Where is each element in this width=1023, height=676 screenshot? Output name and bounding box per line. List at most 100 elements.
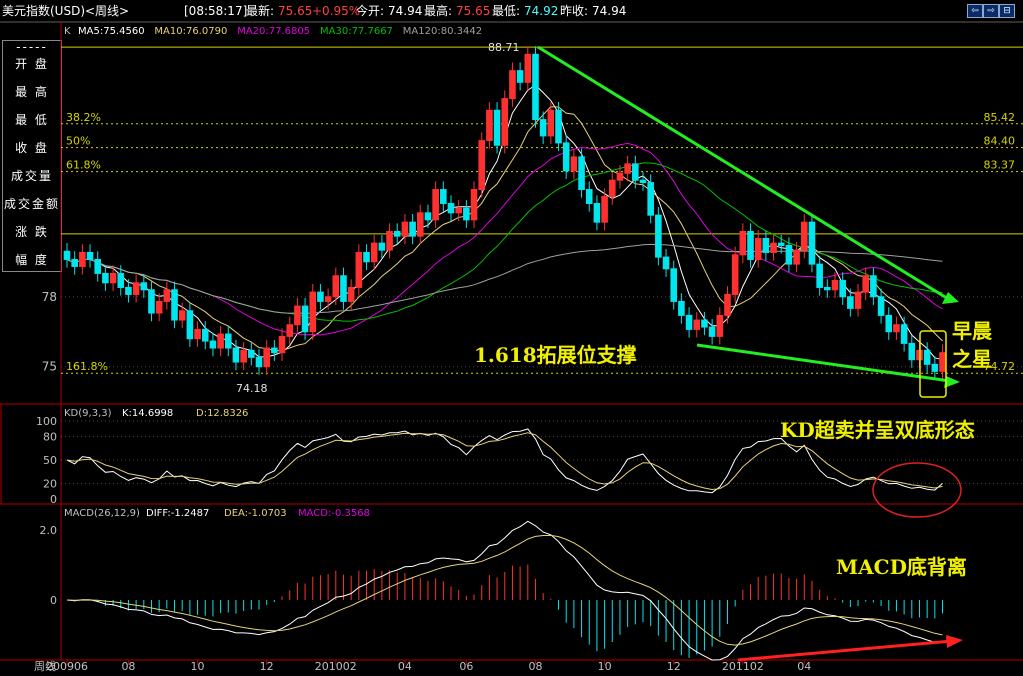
candle-body — [209, 340, 217, 349]
ma-legend-item: MA20:77.6805 — [237, 26, 310, 37]
x-tick-label: 04 — [398, 660, 412, 673]
candle-body — [148, 289, 155, 314]
kd-tick-label: 100 — [36, 415, 57, 428]
candle-body — [217, 333, 224, 349]
candle-body — [655, 214, 662, 258]
candle-body — [109, 272, 117, 284]
candle-body — [923, 349, 931, 365]
candle-body — [493, 109, 501, 146]
candle-body — [194, 328, 201, 340]
candle-body — [332, 275, 340, 298]
candle-body — [324, 296, 332, 302]
candle-body — [140, 282, 148, 291]
low-value-label: 74.18 — [236, 382, 268, 395]
candle-body — [532, 53, 539, 121]
candle-body — [470, 189, 478, 221]
candle-body — [754, 237, 762, 260]
candle-body — [816, 263, 823, 288]
candle-body — [424, 212, 432, 221]
candle-body — [516, 70, 524, 83]
candle-body — [163, 289, 171, 302]
price-tick-label: 78 — [42, 290, 57, 304]
candle-body — [501, 98, 509, 146]
fib-level-value: 85.42 — [984, 111, 1016, 124]
candle-body — [847, 296, 854, 309]
fib-level-value: 84.40 — [984, 135, 1016, 148]
candle-body — [939, 352, 946, 372]
kd-d-value: D:12.8326 — [196, 408, 248, 419]
candle-body — [186, 310, 194, 340]
x-tick-label: 04 — [797, 660, 811, 673]
candle-body — [478, 140, 486, 191]
candle-body — [224, 333, 232, 349]
candle-body — [670, 268, 678, 302]
candle-body — [839, 279, 846, 298]
candle-body — [102, 272, 109, 284]
candle-body — [317, 291, 324, 302]
candle-body — [301, 305, 309, 333]
macd-divergence-line — [737, 639, 953, 662]
candle-body — [71, 258, 78, 267]
candle-body — [171, 289, 178, 321]
candle-body — [386, 230, 393, 251]
x-tick-label: 12 — [260, 660, 274, 673]
candle-body — [639, 179, 647, 184]
candle-body — [693, 319, 701, 330]
candle-body — [593, 203, 601, 223]
x-tick-label: 201102 — [722, 660, 764, 673]
candle-body — [94, 258, 102, 274]
ma-legend-item: MA30:77.7667 — [320, 26, 393, 37]
kd-annotation: KD超卖并呈双底形态 — [780, 418, 975, 442]
candle-body — [278, 335, 286, 354]
candle-body — [547, 109, 555, 137]
kd-k-value: K:14.6998 — [122, 408, 173, 419]
kd-legend: KD(9,3,3) — [64, 408, 112, 419]
candle-body — [908, 342, 916, 361]
candle-body — [624, 163, 631, 174]
macd-legend: MACD(26,12,9) — [64, 508, 140, 519]
candle-body — [893, 324, 900, 333]
x-tick-label: 06 — [459, 660, 473, 673]
candle-body — [616, 172, 624, 181]
candle-body — [608, 179, 616, 198]
candle-body — [263, 347, 270, 368]
candle-body — [393, 230, 401, 237]
x-tick-label: 12 — [667, 660, 681, 673]
candle-body — [739, 230, 747, 256]
candle-body — [286, 324, 294, 337]
kd-tick-label: 0 — [50, 493, 57, 506]
candle-body — [570, 156, 578, 172]
candle-body — [762, 237, 770, 253]
candle-body — [447, 203, 455, 214]
candle-body — [708, 326, 716, 337]
x-tick-label: 10 — [191, 660, 205, 673]
candle-body — [255, 356, 263, 368]
kd-tick-label: 20 — [43, 477, 57, 490]
ma-legend-prefix: K — [64, 26, 71, 37]
candle-body — [509, 70, 516, 100]
macd-dea-value: DEA:-1.0703 — [224, 508, 287, 519]
ma-legend-item: MA120:80.3442 — [403, 26, 482, 37]
price-tick-label: 75 — [42, 360, 57, 374]
macd-annotation: MACD底背离 — [836, 555, 967, 579]
candle-body — [685, 314, 693, 330]
ma-legend-item: MA5:75.4560 — [78, 26, 145, 37]
candle-body — [747, 230, 754, 260]
macd-divergence-arrow — [946, 635, 963, 648]
candle-body — [248, 349, 255, 358]
candle-body — [132, 282, 140, 295]
candle-body — [701, 319, 708, 328]
candle-body — [770, 242, 777, 253]
candle-body — [870, 275, 877, 298]
candle-body — [900, 324, 908, 344]
candle-body — [724, 293, 731, 316]
x-tick-label: 08 — [121, 660, 135, 673]
candle-body — [785, 244, 793, 265]
candle-body — [455, 207, 462, 214]
candle-body — [831, 279, 839, 291]
candle-body — [86, 251, 94, 260]
candle-body — [409, 221, 416, 237]
candle-body — [117, 272, 125, 288]
candle-body — [647, 182, 654, 216]
candle-body — [232, 347, 240, 363]
